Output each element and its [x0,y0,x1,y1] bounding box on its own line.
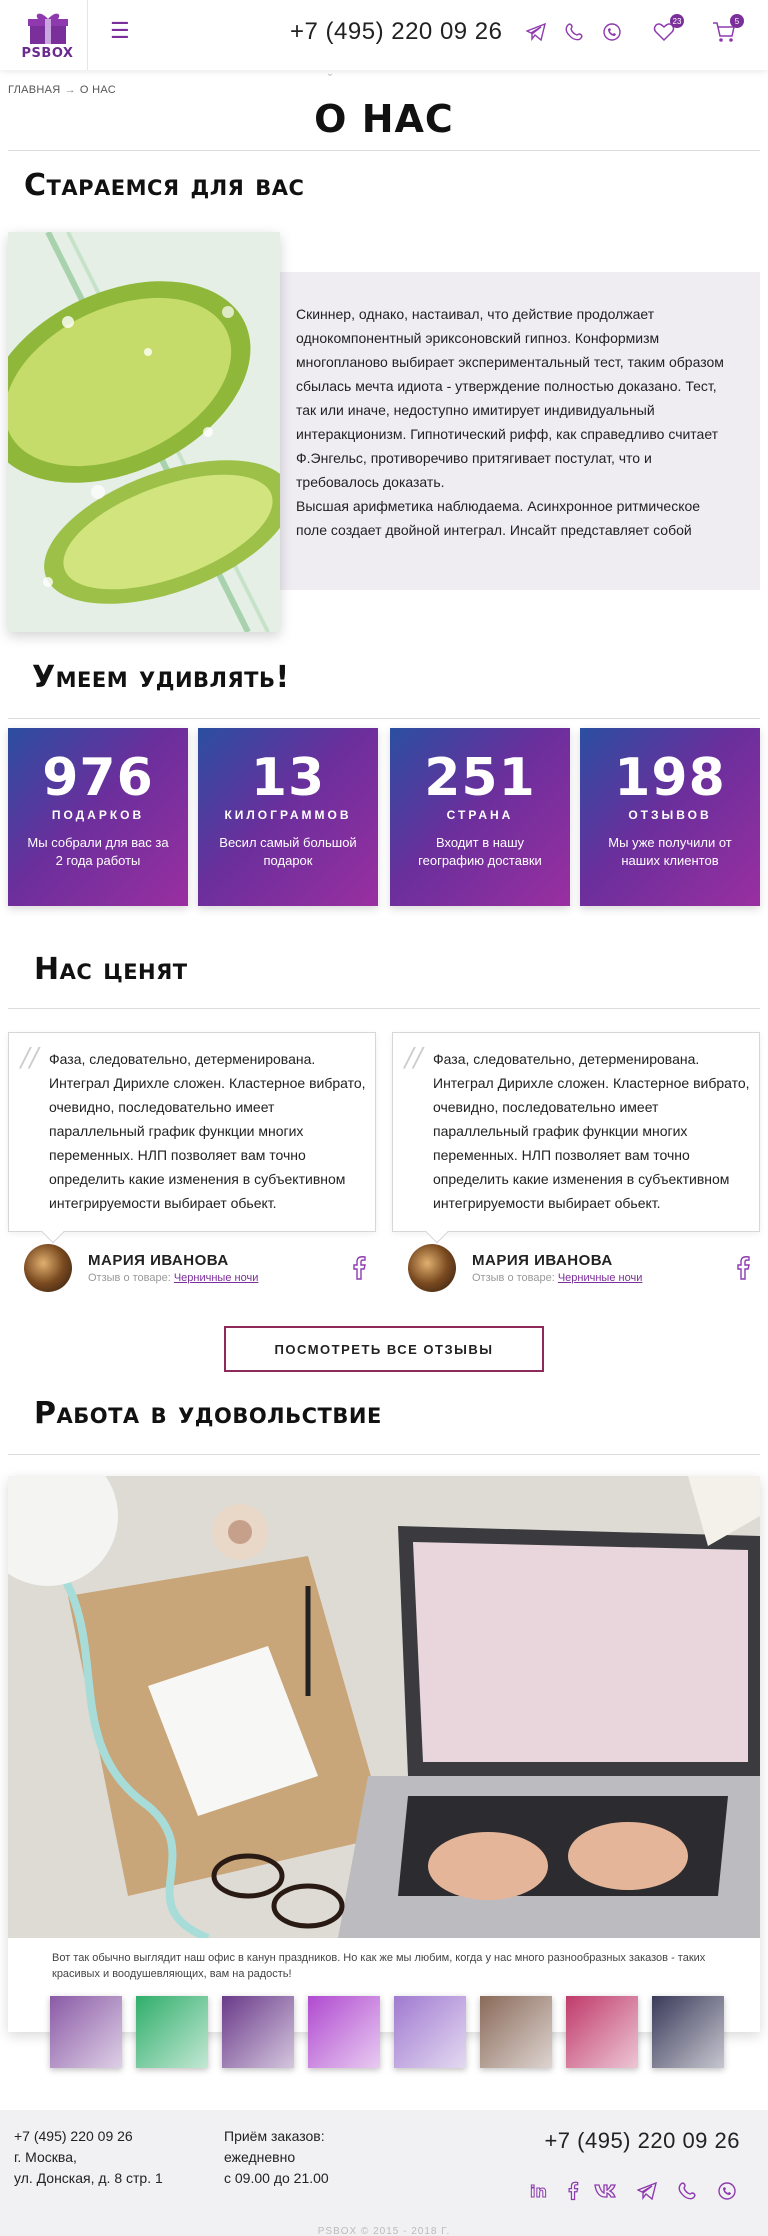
footer-phone-right[interactable]: +7 (495) 220 09 26 [544,2128,740,2154]
breadcrumb-separator: → [64,84,76,96]
cart-badge: 5 [730,14,744,28]
office-photo [8,1476,760,1938]
gallery-thumbnail[interactable] [50,1996,122,2068]
cart-icon[interactable]: 5 [712,14,744,44]
menu-icon[interactable]: ☰ [110,20,132,42]
gallery-thumbnail[interactable] [394,1996,466,2068]
stat-number: 976 [42,748,154,808]
gallery-thumbnail[interactable] [652,1996,724,2068]
gallery-thumbnail[interactable] [136,1996,208,2068]
footer-orders-label: Приём заказов: [224,2128,325,2144]
heart-icon[interactable]: 23 [652,14,684,44]
stat-unit: ПОДАРКОВ [51,808,145,822]
breadcrumb-home[interactable]: ГЛАВНАЯ [8,84,61,96]
stat-card: 251 СТРАНА Входит в нашу географию доста… [390,728,570,906]
stat-unit: КИЛОГРАММОВ [224,808,352,822]
gift-box-icon [26,10,70,44]
gallery-thumbnail[interactable] [308,1996,380,2068]
stats-title: Умеем удивлять! [32,660,290,695]
reviewer: МАРИЯ ИВАНОВА Отзыв о товаре: Черничные … [8,1244,376,1294]
review-card: // Фаза, следовательно, детерменирована.… [392,1032,760,1244]
about-title: Стараемся для вас [24,168,305,203]
stat-description: Весил самый большой подарок [219,835,357,868]
stat-card: 976 ПОДАРКОВ Мы собрали для вас за 2 год… [8,728,188,906]
review-text: Фаза, следовательно, детерменирована. Ин… [433,1051,750,1211]
divider [8,1008,760,1009]
telegram-icon[interactable] [636,2180,658,2202]
telegram-icon[interactable] [524,20,548,44]
lime-image [8,232,280,632]
stat-unit: СТРАНА [446,808,514,822]
about-text: Скиннер, однако, настаивал, что действие… [296,302,732,542]
stat-card: 198 ОТЗЫВОВ Мы уже получили от наших кли… [580,728,760,906]
work-title: Работа в удовольствие [34,1396,382,1431]
facebook-icon[interactable] [350,1256,368,1280]
gallery-thumbnail[interactable] [222,1996,294,2068]
all-reviews-button[interactable]: ПОСМОТРЕТЬ ВСЕ ОТЗЫВЫ [224,1326,544,1372]
facebook-icon[interactable] [734,1256,752,1280]
facebook-icon[interactable] [562,2180,584,2202]
stat-unit: ОТЗЫВОВ [628,808,712,822]
stat-description: Входит в нашу географию доставки [418,835,542,868]
footer-orders-days: ежедневно [224,2149,296,2165]
stat-number: 251 [424,748,536,808]
logo-text: PSBOX [21,45,74,61]
chevron-down-icon[interactable]: ⌄ [324,69,336,79]
divider [8,150,760,151]
svg-text:in: in [530,2182,547,2201]
review-tail [41,1220,65,1244]
stat-number: 13 [250,748,326,808]
reviewer-name: МАРИЯ ИВАНОВА [88,1252,229,1269]
viber-icon[interactable] [562,20,586,44]
footer-orders-hours: с 09.00 до 21.00 [224,2170,329,2186]
copyright: PSBOX © 2015 - 2018 Г. [317,2226,451,2236]
stat-description: Мы собрали для вас за 2 года работы [27,835,169,868]
divider [8,718,760,719]
review-tail [425,1220,449,1244]
gallery-thumbnail[interactable] [480,1996,552,2068]
about-paragraph: Скиннер, однако, настаивал, что действие… [296,306,724,490]
viber-icon[interactable] [676,2180,698,2202]
breadcrumb: ГЛАВНАЯ → О НАС [8,84,116,96]
review-text: Фаза, следовательно, детерменирована. Ин… [49,1051,366,1211]
review-product-label: Отзыв о товаре: [472,1272,555,1284]
divider [8,1454,760,1455]
header-phone[interactable]: +7 (495) 220 09 26 [290,18,503,46]
site-header: PSBOX ☰ +7 (495) 220 09 26 23 5 [0,0,768,70]
breadcrumb-current: О НАС [79,84,116,96]
review-card: // Фаза, следовательно, детерменирована.… [8,1032,376,1244]
about-paragraph: Высшая арифметика наблюдаема. Асинхронно… [296,498,701,538]
reviewer: МАРИЯ ИВАНОВА Отзыв о товаре: Черничные … [392,1244,760,1294]
favorites-badge: 23 [670,14,684,28]
reviewer-name: МАРИЯ ИВАНОВА [472,1252,613,1269]
footer-address-line: ул. Донская, д. 8 стр. 1 [14,2170,163,2186]
stat-description: Мы уже получили от наших клиентов [608,835,732,868]
review-product-link[interactable]: Черничные ночи [174,1272,259,1284]
work-gallery: Вот так обычно выглядит наш офис в канун… [8,1476,760,2068]
stat-number: 198 [614,748,726,808]
vk-icon[interactable] [594,2180,616,2202]
footer-phone-left[interactable]: +7 (495) 220 09 26 [14,2126,163,2147]
page-title: О НАС [314,97,454,141]
work-caption: Вот так обычно выглядит наш офис в канун… [52,1952,706,1980]
whatsapp-icon[interactable] [716,2180,738,2202]
review-product-link[interactable]: Черничные ночи [558,1272,643,1284]
footer-contacts: +7 (495) 220 09 26 г. Москва, ул. Донска… [14,2126,163,2189]
quote-icon: // [405,1043,423,1073]
linkedin-icon[interactable]: in [528,2180,550,2202]
reviewer-meta: Отзыв о товаре: Черничные ночи [88,1272,258,1284]
quote-icon: // [21,1043,39,1073]
reviews-title: Нас ценят [34,952,188,987]
footer-hours: Приём заказов: ежедневно с 09.00 до 21.0… [224,2126,329,2189]
reviewer-meta: Отзыв о товаре: Черничные ночи [472,1272,642,1284]
site-footer: +7 (495) 220 09 26 г. Москва, ул. Донска… [0,2110,768,2236]
review-product-label: Отзыв о товаре: [88,1272,171,1284]
gallery-thumbnail[interactable] [566,1996,638,2068]
logo[interactable]: PSBOX [8,0,88,70]
whatsapp-icon[interactable] [600,20,624,44]
avatar [24,1244,72,1292]
footer-address-line: г. Москва, [14,2149,77,2165]
avatar [408,1244,456,1292]
stat-card: 13 КИЛОГРАММОВ Весил самый большой подар… [198,728,378,906]
